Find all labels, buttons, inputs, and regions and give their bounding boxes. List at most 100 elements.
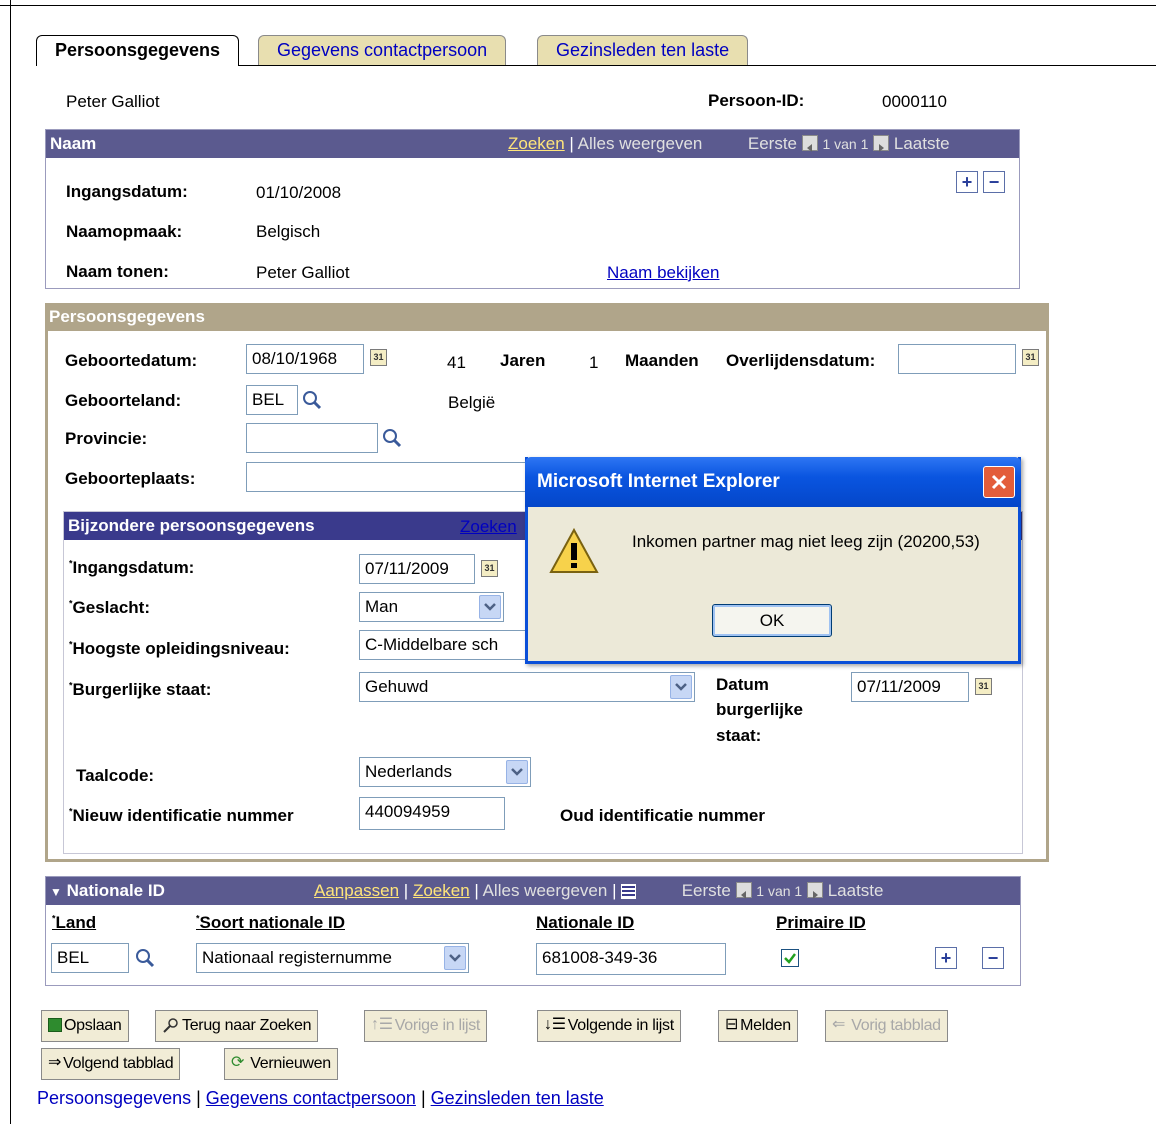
dialog-close-button[interactable] [983, 466, 1015, 498]
age-years-value: 41 [447, 353, 466, 372]
calendar-icon[interactable]: 31 [975, 678, 992, 695]
footer-link-persoonsgegevens[interactable]: Persoonsgegevens [37, 1088, 191, 1108]
footer-link-gegevens-contactpersoon[interactable]: Gegevens contactpersoon [206, 1088, 416, 1108]
nieuw-id-label: *Nieuw identificatie nummer [69, 806, 294, 825]
notify-icon: ⊟ [725, 1016, 739, 1033]
minus-icon: − [988, 172, 1000, 192]
datum-staat-label-3: staat: [716, 726, 762, 745]
save-icon [48, 1017, 62, 1032]
nationale-delete-row-button[interactable]: − [982, 947, 1004, 969]
footer-link-gezinsleden[interactable]: Gezinsleden ten laste [431, 1088, 604, 1108]
overlijdensdatum-input[interactable] [898, 344, 1016, 374]
lookup-icon[interactable] [301, 389, 323, 411]
tab-gezinsleden-ten-laste[interactable]: Gezinsleden ten laste [537, 35, 749, 65]
nat-land-input[interactable]: BEL [51, 943, 129, 973]
aanpassen-link[interactable]: Aanpassen [314, 881, 399, 900]
datum-staat-label-1: Datum [716, 675, 769, 694]
burgerlijke-staat-select[interactable]: Gehuwd [359, 672, 695, 702]
nationale-zoeken-link[interactable]: Zoeken [413, 881, 470, 900]
calendar-icon[interactable]: 31 [1022, 349, 1039, 366]
provincie-input[interactable] [246, 423, 378, 453]
geboortedatum-input[interactable]: 08/10/1968 [246, 344, 364, 374]
nationale-count: 1 van 1 [756, 883, 803, 899]
naam-opmaak-value: Belgisch [256, 222, 321, 241]
geslacht-select[interactable]: Man [359, 592, 504, 622]
chevron-down-icon [479, 595, 501, 619]
checkmark-icon [784, 953, 796, 964]
age-years-label: Jaren [500, 351, 546, 370]
naam-alles-weergeven: Alles weergeven [577, 134, 703, 153]
naam-eerste: Eerste [747, 134, 797, 153]
plus-icon: + [940, 948, 952, 968]
lookup-icon[interactable] [381, 427, 403, 449]
vorige-in-lijst-button[interactable]: ↑☰ Vorige in lijst [364, 1010, 488, 1042]
terug-naar-zoeken-button[interactable]: Terug naar Zoeken [155, 1010, 319, 1042]
collapse-triangle-icon[interactable]: ▼ [50, 885, 62, 899]
tab-persoonsgegevens[interactable]: Persoonsgegevens [36, 35, 240, 66]
volgende-in-lijst-button[interactable]: ↓☰ Volgende in lijst [537, 1010, 681, 1042]
dialog-ok-button[interactable]: OK [712, 604, 832, 637]
lookup-icon[interactable] [134, 947, 156, 969]
vernieuwen-button[interactable]: ⟳ Vernieuwen [224, 1048, 338, 1080]
opslaan-button[interactable]: Opslaan [41, 1010, 129, 1042]
calendar-icon[interactable]: 31 [481, 560, 498, 577]
tab-gegevens-contactpersoon[interactable]: Gegevens contactpersoon [258, 35, 507, 65]
dialog-message: Inkomen partner mag niet leeg zijn (2020… [632, 532, 980, 551]
nationale-id-input[interactable]: 681008-349-36 [536, 943, 726, 975]
close-icon [991, 474, 1007, 490]
vorig-tabblad-button[interactable]: ⇐ Vorig tabblad [825, 1010, 948, 1042]
naam-tonen-label: Naam tonen: [66, 262, 169, 281]
geboortedatum-label: Geboortedatum: [65, 351, 198, 370]
oud-id-label: Oud identificatie nummer [560, 806, 765, 825]
bijzondere-zoeken-link[interactable]: Zoeken [460, 517, 517, 537]
person-name: Peter Galliot [66, 92, 160, 111]
naam-delete-row-button[interactable]: − [983, 171, 1005, 193]
person-id-value: 0000110 [882, 92, 947, 111]
volgend-tabblad-button[interactable]: ⇒ Volgend tabblad [41, 1048, 181, 1080]
geboorteplaats-input[interactable] [246, 462, 536, 492]
refresh-icon: ⟳ [231, 1054, 245, 1071]
next-arrow-icon [873, 134, 890, 152]
left-frame-line [10, 0, 11, 1124]
naam-nav: Zoeken | Alles weergeven Eerste 1 van 1 … [508, 134, 950, 153]
taalcode-label: Taalcode: [76, 766, 155, 785]
burgerlijke-staat-label: *Burgerlijke staat: [69, 680, 212, 699]
primaire-id-checkbox[interactable] [781, 949, 799, 967]
chevron-down-icon [444, 946, 466, 970]
age-months-label: Maanden [625, 351, 699, 370]
grid-icon[interactable] [621, 884, 637, 900]
nieuw-id-input[interactable]: 440094959 [359, 797, 505, 830]
calendar-icon[interactable]: 31 [370, 349, 387, 366]
soort-nationale-id-select[interactable]: Nationaal registernumme [196, 943, 469, 973]
melden-button[interactable]: ⊟ Melden [718, 1010, 798, 1042]
geboorteland-input[interactable]: BEL [246, 385, 298, 415]
nationale-alles-weergeven: Alles weergeven [482, 881, 608, 900]
naam-tonen-value: Peter Galliot [256, 263, 350, 282]
datum-staat-label-2: burgerlijke [716, 700, 803, 719]
opleiding-label: *Hoogste opleidingsniveau: [69, 639, 290, 658]
geslacht-label: *Geslacht: [69, 598, 150, 617]
prev-arrow-icon [801, 134, 818, 152]
nationale-id-section: ▼ Nationale ID Aanpassen | Zoeken | Alle… [45, 876, 1021, 986]
previous-in-list-icon: ↑☰ [371, 1016, 393, 1033]
taalcode-select[interactable]: Nederlands [359, 757, 531, 787]
previous-tab-icon: ⇐ [832, 1016, 846, 1033]
naam-bekijken-link[interactable]: Naam bekijken [607, 263, 719, 283]
opleiding-select[interactable]: C-Middelbare sch [359, 630, 539, 660]
persoonsgegevens-header: Persoonsgegevens [45, 303, 1049, 331]
person-id-label: Persoon-ID: [708, 91, 805, 110]
col-nationale-id-header: Nationale ID [536, 913, 635, 932]
geboorteplaats-label: Geboorteplaats: [65, 469, 196, 488]
naam-zoeken-link[interactable]: Zoeken [508, 134, 565, 153]
bijz-ingang-input[interactable]: 07/11/2009 [359, 554, 475, 584]
geboorteland-label: Geboorteland: [65, 391, 182, 410]
datum-staat-input[interactable]: 07/11/2009 [851, 672, 969, 702]
nationale-eerste: Eerste [681, 881, 731, 900]
dialog-title-bar[interactable]: Microsoft Internet Explorer [525, 457, 1021, 507]
naam-add-row-button[interactable]: + [956, 171, 978, 193]
nationale-add-row-button[interactable]: + [935, 947, 957, 969]
chevron-down-icon [670, 675, 692, 699]
footer-links: Persoonsgegevens | Gegevens contactperso… [37, 1088, 604, 1108]
next-arrow-icon [806, 881, 823, 899]
nationale-laatste: Laatste [827, 881, 884, 900]
